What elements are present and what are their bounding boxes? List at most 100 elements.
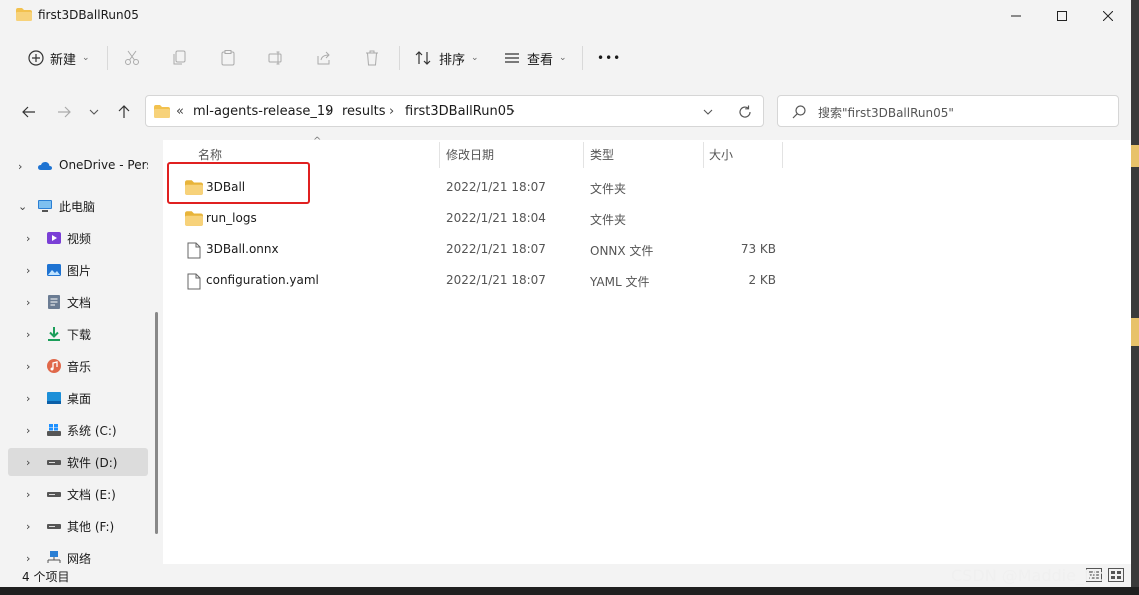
- maximize-button[interactable]: [1039, 0, 1085, 32]
- paste-button[interactable]: [220, 38, 236, 78]
- column-divider[interactable]: [583, 142, 584, 168]
- background-accent: [1131, 145, 1139, 167]
- sidebar-item[interactable]: › 系统 (C:): [8, 416, 148, 444]
- delete-button[interactable]: [364, 38, 380, 78]
- breadcrumb-results[interactable]: results: [342, 104, 386, 119]
- chevron-right-icon[interactable]: ›: [26, 232, 30, 245]
- sidebar-item[interactable]: ⌄ 此电脑: [8, 192, 148, 220]
- file-row[interactable]: 3DBall.onnx 2022/1/21 18:07 ONNX 文件 73 KB: [163, 234, 783, 264]
- sort-ascending-icon: ^: [313, 136, 322, 147]
- back-button[interactable]: [15, 98, 43, 126]
- cloud-icon: [37, 158, 53, 174]
- sidebar-item[interactable]: › 文档: [8, 288, 148, 316]
- sidebar-item[interactable]: › 软件 (D:): [8, 448, 148, 476]
- recent-locations-button[interactable]: [82, 98, 106, 126]
- sort-icon: [415, 51, 431, 65]
- copy-button[interactable]: [172, 38, 188, 78]
- column-divider[interactable]: [439, 142, 440, 168]
- chevron-down-icon[interactable]: [703, 109, 713, 115]
- sidebar-item[interactable]: › 文档 (E:): [8, 480, 148, 508]
- sidebar-item[interactable]: › OneDrive - Pers: [8, 152, 148, 180]
- file-row[interactable]: run_logs 2022/1/21 18:04 文件夹: [163, 203, 783, 233]
- column-header-size[interactable]: 大小: [709, 146, 733, 163]
- file-modified: 2022/1/21 18:07: [446, 273, 546, 287]
- navigation-bar: « ml-agents-release_19 › results › first…: [0, 94, 1131, 130]
- sidebar-item-label: 此电脑: [59, 200, 96, 214]
- chevron-right-icon[interactable]: ›: [26, 456, 30, 469]
- sidebar-scrollbar[interactable]: [155, 312, 158, 534]
- chevron-right-icon[interactable]: ›: [26, 296, 30, 309]
- chevron-down-icon[interactable]: ⌄: [18, 200, 27, 213]
- file-row[interactable]: configuration.yaml 2022/1/21 18:07 YAML 文件…: [163, 265, 783, 295]
- background-accent: [1131, 318, 1139, 346]
- share-icon: [317, 51, 330, 65]
- chevron-right-icon[interactable]: ›: [26, 424, 30, 437]
- sidebar-item[interactable]: › 音乐: [8, 352, 148, 380]
- view-button[interactable]: 查看 ⌄: [503, 38, 567, 78]
- up-button[interactable]: [110, 98, 138, 126]
- sidebar-item-label: 文档: [67, 296, 92, 310]
- column-header-name[interactable]: 名称: [198, 146, 222, 163]
- column-divider[interactable]: [703, 142, 704, 168]
- drive-icon: [46, 454, 62, 470]
- new-label: 新建: [50, 52, 77, 68]
- chevron-right-icon[interactable]: ›: [26, 328, 30, 341]
- more-icon: •••: [597, 51, 622, 65]
- column-header-type[interactable]: 类型: [590, 146, 614, 163]
- chevron-right-icon[interactable]: ›: [26, 520, 30, 533]
- breadcrumb-ml-agents[interactable]: ml-agents-release_19: [193, 104, 333, 119]
- new-button[interactable]: 新建 ⌄: [28, 38, 90, 78]
- rename-button[interactable]: [268, 38, 284, 78]
- forward-button[interactable]: [50, 98, 78, 126]
- computer-icon: [37, 198, 53, 214]
- file-modified: 2022/1/21 18:04: [446, 211, 546, 225]
- chevron-right-icon[interactable]: ›: [26, 488, 30, 501]
- chevron-right-icon[interactable]: ›: [26, 552, 30, 564]
- chevron-right-icon[interactable]: ›: [26, 264, 30, 277]
- sidebar-item-label: 桌面: [67, 392, 92, 406]
- sidebar-item-label: 网络: [67, 552, 92, 564]
- more-options-button[interactable]: •••: [597, 38, 621, 78]
- file-explorer-window: first3DBallRun05 新建 ⌄ 排序 ⌄ 查看 ⌄ ••• « ml…: [0, 0, 1132, 587]
- watermark: CSDN @Maddie_Mo: [951, 566, 1108, 585]
- music-icon: [46, 358, 62, 374]
- sidebar-item[interactable]: › 图片: [8, 256, 148, 284]
- search-box[interactable]: 搜索"first3DBallRun05": [777, 95, 1119, 127]
- sidebar-item[interactable]: › 视频: [8, 224, 148, 252]
- chevron-right-icon[interactable]: ›: [18, 160, 22, 173]
- sidebar-item[interactable]: › 桌面: [8, 384, 148, 412]
- cut-button[interactable]: [124, 38, 140, 78]
- folder-icon: [16, 8, 32, 21]
- sidebar-item[interactable]: › 其他 (F:): [8, 512, 148, 540]
- close-icon: [1103, 11, 1113, 21]
- share-button[interactable]: [316, 38, 332, 78]
- breadcrumb-separator-icon: ›: [389, 104, 395, 119]
- network-icon: [46, 550, 62, 564]
- sidebar-item-label: 下载: [67, 328, 92, 342]
- sidebar-item[interactable]: › 网络: [8, 544, 148, 564]
- copy-icon: [173, 50, 186, 65]
- address-overflow-button[interactable]: «: [176, 104, 184, 119]
- tiles-view-button[interactable]: [1108, 568, 1124, 582]
- chevron-right-icon[interactable]: ›: [26, 392, 30, 405]
- file-type: ONNX 文件: [590, 244, 654, 258]
- column-divider[interactable]: [782, 142, 783, 168]
- desktop-icon: [46, 390, 62, 406]
- address-bar[interactable]: « ml-agents-release_19 › results › first…: [145, 95, 764, 127]
- file-icon: [185, 273, 203, 290]
- search-icon: [792, 105, 806, 119]
- chevron-down-icon: ⌄: [471, 53, 479, 63]
- toolbar-divider: [582, 46, 583, 70]
- file-name: configuration.yaml: [206, 273, 319, 287]
- column-header-modified[interactable]: 修改日期: [446, 146, 494, 163]
- minimize-button[interactable]: [993, 0, 1039, 32]
- close-button[interactable]: [1085, 0, 1131, 32]
- refresh-icon[interactable]: [738, 105, 752, 119]
- chevron-right-icon[interactable]: ›: [26, 360, 30, 373]
- sort-button[interactable]: 排序 ⌄: [415, 38, 479, 78]
- sidebar-item[interactable]: › 下载: [8, 320, 148, 348]
- breadcrumb-current[interactable]: first3DBallRun05: [405, 104, 514, 119]
- download-icon: [46, 326, 62, 342]
- sidebar-item-label: OneDrive - Pers: [59, 158, 148, 172]
- chevron-down-icon: ⌄: [82, 53, 90, 63]
